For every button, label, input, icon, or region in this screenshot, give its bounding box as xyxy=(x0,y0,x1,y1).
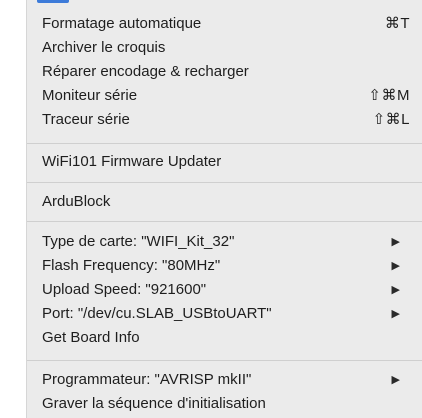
menu-group-ardublock: ArduBlock xyxy=(27,190,422,214)
menu-item-label: Graver la séquence d'initialisation xyxy=(42,395,266,412)
menu-group-board-settings: Type de carte: "WIFI_Kit_32" ▶ Flash Fre… xyxy=(27,230,422,350)
menu-item-label: WiFi101 Firmware Updater xyxy=(42,153,222,170)
menu-item-wifi101-firmware-updater[interactable]: WiFi101 Firmware Updater xyxy=(27,150,422,174)
menu-title-highlight xyxy=(37,0,69,3)
menu-item-label: ArduBlock xyxy=(42,193,111,210)
menu-item-upload-speed[interactable]: Upload Speed: "921600" ▶ xyxy=(27,278,422,302)
submenu-arrow-icon: ▶ xyxy=(391,284,400,296)
submenu-arrow-icon: ▶ xyxy=(391,308,400,320)
submenu-arrow-icon: ▶ xyxy=(391,260,400,272)
menu-separator xyxy=(27,360,422,361)
menu-group-programmer: Programmateur: "AVRISP mkII" ▶ Graver la… xyxy=(27,368,422,416)
menu-item-label: Type de carte: "WIFI_Kit_32" xyxy=(42,233,235,250)
menu-item-label: Formatage automatique xyxy=(42,15,202,32)
menu-item-serial-monitor[interactable]: Moniteur série ⇧⌘M xyxy=(27,84,422,108)
menu-item-label: Port: "/dev/cu.SLAB_USBtoUART" xyxy=(42,305,272,322)
menu-item-get-board-info[interactable]: Get Board Info xyxy=(27,326,422,350)
menu-item-label: Traceur série xyxy=(42,111,130,128)
menu-item-auto-format[interactable]: Formatage automatique ⌘T xyxy=(27,12,422,36)
menu-item-serial-plotter[interactable]: Traceur série ⇧⌘L xyxy=(27,108,422,132)
menu-item-ardublock[interactable]: ArduBlock xyxy=(27,190,422,214)
menu-item-port[interactable]: Port: "/dev/cu.SLAB_USBtoUART" ▶ xyxy=(27,302,422,326)
menu-item-archive-sketch[interactable]: Archiver le croquis xyxy=(27,36,422,60)
tools-menu: Formatage automatique ⌘T Archiver le cro… xyxy=(26,0,422,418)
menu-group-firmware: WiFi101 Firmware Updater xyxy=(27,150,422,174)
menu-separator xyxy=(27,143,422,144)
keyboard-shortcut: ⇧⌘L xyxy=(372,111,410,128)
menu-item-label: Upload Speed: "921600" xyxy=(42,281,207,298)
menu-item-label: Archiver le croquis xyxy=(42,39,166,56)
menu-item-programmer[interactable]: Programmateur: "AVRISP mkII" ▶ xyxy=(27,368,422,392)
menu-item-burn-bootloader[interactable]: Graver la séquence d'initialisation xyxy=(27,392,422,416)
keyboard-shortcut: ⌘T xyxy=(384,15,410,32)
menu-group-sketch-tools: Formatage automatique ⌘T Archiver le cro… xyxy=(27,12,422,132)
menu-item-label: Réparer encodage & recharger xyxy=(42,63,249,80)
menu-item-label: Programmateur: "AVRISP mkII" xyxy=(42,371,252,388)
menu-item-label: Moniteur série xyxy=(42,87,138,104)
menu-item-board-type[interactable]: Type de carte: "WIFI_Kit_32" ▶ xyxy=(27,230,422,254)
keyboard-shortcut: ⇧⌘M xyxy=(368,87,410,104)
menu-item-label: Flash Frequency: "80MHz" xyxy=(42,257,221,274)
submenu-arrow-icon: ▶ xyxy=(391,236,400,248)
menu-item-label: Get Board Info xyxy=(42,329,140,346)
menu-separator xyxy=(27,182,422,183)
menu-item-flash-frequency[interactable]: Flash Frequency: "80MHz" ▶ xyxy=(27,254,422,278)
menu-separator xyxy=(27,221,422,222)
submenu-arrow-icon: ▶ xyxy=(391,374,400,386)
menu-item-fix-encoding-reload[interactable]: Réparer encodage & recharger xyxy=(27,60,422,84)
